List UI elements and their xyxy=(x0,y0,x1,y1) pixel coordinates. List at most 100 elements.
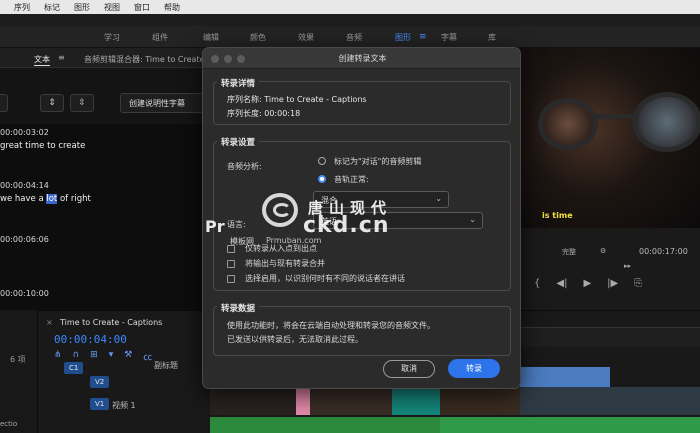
workspace-tab-color[interactable]: 颜色 xyxy=(250,32,266,43)
workspace-tab-audio[interactable]: 音频 xyxy=(346,32,362,43)
menu-markers[interactable]: 标记 xyxy=(44,2,60,13)
linked-selection-icon[interactable]: ⊞ xyxy=(90,350,98,363)
section-heading: 转录数据 xyxy=(217,302,260,314)
video-clip[interactable] xyxy=(440,387,520,415)
menu-window[interactable]: 窗口 xyxy=(134,2,150,13)
step-forward-icon[interactable]: |▶ xyxy=(607,278,618,289)
video-clip[interactable] xyxy=(210,387,296,415)
watermark-url: Prmuban.com xyxy=(266,236,322,245)
video-clip[interactable] xyxy=(310,387,392,415)
audio-clip[interactable] xyxy=(440,417,700,433)
video-frame xyxy=(538,98,598,150)
menu-sequence[interactable]: 序列 xyxy=(14,2,30,13)
entry-timecode: 00:00:06:06 xyxy=(0,235,49,244)
step-back-icon[interactable]: ◀| xyxy=(556,278,567,289)
video-clip[interactable] xyxy=(296,387,310,415)
workspace-bar: 学习 组件 编辑 颜色 效果 音频 图形 ≡ 字幕 库 xyxy=(0,26,700,48)
track-label-v2[interactable]: V2 xyxy=(90,376,110,388)
settings-icon[interactable]: ⚙ xyxy=(600,247,606,255)
checkbox-speakers-label: 选择启用，以识别何时有不同的说话者在讲话 xyxy=(245,274,405,283)
sequence-length: 序列长度: 00:00:18 xyxy=(227,109,301,118)
transport-controls: { ◀| ▶ |▶ ⎘ xyxy=(520,278,700,289)
workspace-tab-captions[interactable]: 字幕 xyxy=(441,32,457,43)
panel-left-button[interactable] xyxy=(0,94,8,112)
export-frame-icon[interactable]: ⎘ xyxy=(634,278,642,289)
marker-icon[interactable]: ▸▸ xyxy=(624,262,631,270)
workspace-tab-learn[interactable]: 学习 xyxy=(104,32,120,43)
cancel-button[interactable]: 取消 xyxy=(383,360,435,378)
audio-analysis-label: 音频分析: xyxy=(227,162,262,171)
workspace-tab-graphics[interactable]: 图形 xyxy=(395,32,411,43)
radio-dialogue-clips[interactable] xyxy=(318,157,326,165)
entry-timecode: 00:00:10:00 xyxy=(0,289,49,298)
mark-in-icon[interactable]: { xyxy=(534,278,540,289)
collapse-icon[interactable]: ⇳ xyxy=(70,94,94,112)
checkbox-merge-label: 将输出与现有转录合并 xyxy=(245,259,325,268)
timeline-timecode[interactable]: 00:00:04:00 xyxy=(54,333,127,346)
play-icon[interactable]: ▶ xyxy=(583,278,591,289)
menu-graphics[interactable]: 图形 xyxy=(74,2,90,13)
checkbox-speakers[interactable] xyxy=(227,275,235,283)
zoom-window-icon[interactable] xyxy=(237,55,245,63)
captions-icon[interactable]: ㏄ xyxy=(143,350,152,363)
caption-overlay: is time xyxy=(542,211,573,220)
workspace-tab-effects[interactable]: 效果 xyxy=(298,32,314,43)
sequence-name: 序列名称: Time to Create - Captions xyxy=(227,95,367,104)
data-description: 已发送以供转录后，无法取消此过程。 xyxy=(227,335,363,344)
tab-text[interactable]: 文本 xyxy=(34,54,50,66)
create-captions-button[interactable]: 创建说明性字幕 xyxy=(120,93,210,113)
track-name-v1: 视频 1 xyxy=(112,401,136,410)
watermark-logo xyxy=(273,203,291,217)
minimize-window-icon[interactable] xyxy=(224,55,232,63)
watermark-domain: ckd.cn xyxy=(303,213,390,238)
workspace-tab-libraries[interactable]: 库 xyxy=(488,32,496,43)
entry-timecode: 00:00:04:14 xyxy=(0,181,49,190)
close-icon[interactable]: × xyxy=(46,318,53,327)
timeline-side-panel xyxy=(0,310,38,433)
workspace-menu-icon[interactable]: ≡ xyxy=(419,32,427,42)
workspace-tab-assembly[interactable]: 组件 xyxy=(152,32,168,43)
monitor-timecode: 00:00:17:00 xyxy=(639,247,688,256)
video-frame xyxy=(632,92,700,152)
text-panel-header: 文本 ≡ 音频剪辑混合器: Time to Create xyxy=(0,48,205,68)
wrench-icon[interactable]: ⚒ xyxy=(124,350,132,363)
items-count: 6 项 xyxy=(10,355,26,364)
entry-text[interactable]: great time to create xyxy=(0,141,85,151)
radio-dialogue-label: 标记为"对话"的音频剪辑 xyxy=(334,157,422,166)
panel-menu-icon[interactable]: ≡ xyxy=(58,53,65,62)
program-monitor[interactable]: is time xyxy=(520,48,700,228)
checkbox-merge[interactable] xyxy=(227,260,235,268)
entry-timecode: 00:00:03:02 xyxy=(0,128,49,137)
expand-icon[interactable]: ⇕ xyxy=(40,94,64,112)
section-heading: 转录设置 xyxy=(217,136,260,148)
track-label-c1[interactable]: C1 xyxy=(64,362,84,374)
transcribe-button[interactable]: 转录 xyxy=(448,359,500,378)
track-area xyxy=(520,327,700,347)
tab-sequence[interactable]: Time to Create - Captions xyxy=(60,318,162,327)
video-clip[interactable] xyxy=(392,387,440,415)
track-label-v1[interactable]: V1 xyxy=(90,398,110,410)
video-frame xyxy=(596,114,634,119)
dialog-title: 创建转录文本 xyxy=(203,48,520,69)
monitor-controls: 完整 ⚙ ▸▸ xyxy=(520,228,700,310)
subtitle-track-name: 副标题 xyxy=(154,361,178,370)
menu-help[interactable]: 帮助 xyxy=(164,2,180,13)
snap-icon[interactable]: ⋔ xyxy=(54,350,62,363)
close-window-icon[interactable] xyxy=(211,55,219,63)
video-clip[interactable] xyxy=(520,387,700,415)
radio-audio-track[interactable] xyxy=(318,175,326,183)
chevron-down-icon: ⌄ xyxy=(435,194,442,203)
tab-audio-clip-mixer[interactable]: 音频剪辑混合器: Time to Create xyxy=(84,54,205,65)
video-clip-v2[interactable] xyxy=(520,367,610,387)
zoom-select[interactable]: 完整 xyxy=(562,247,576,257)
workspace-tab-editing[interactable]: 编辑 xyxy=(203,32,219,43)
section-heading: 转录详情 xyxy=(217,77,260,89)
menu-view[interactable]: 视图 xyxy=(104,2,120,13)
highlighted-word[interactable]: lot xyxy=(46,194,58,204)
data-description: 使用此功能时，将会在云端自动处理和转录您的音频文件。 xyxy=(227,321,435,330)
add-marker-icon[interactable]: ▾ xyxy=(109,350,114,363)
entry-text[interactable]: we have a lot of right xyxy=(0,194,91,204)
radio-track-label: 音轨正常: xyxy=(334,175,369,184)
menu-bar: 序列 标记 图形 视图 窗口 帮助 xyxy=(0,0,700,14)
audio-clip[interactable] xyxy=(210,417,440,433)
